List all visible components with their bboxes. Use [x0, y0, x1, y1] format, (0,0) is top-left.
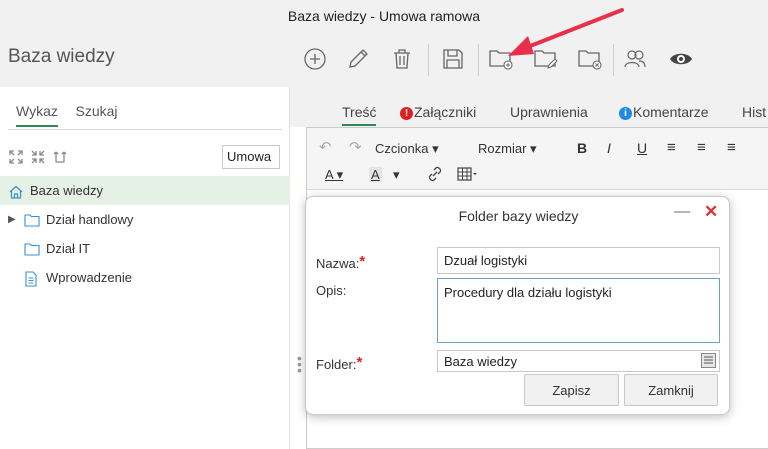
toolbar-separator: [478, 44, 479, 76]
save-button[interactable]: Zapisz: [524, 374, 619, 406]
tab-tresc[interactable]: Treść: [342, 104, 377, 126]
required-icon: *: [356, 354, 363, 371]
text-color-icon[interactable]: A ▾: [325, 167, 343, 183]
align-center-icon[interactable]: ≡: [697, 139, 706, 156]
editor-toolbar: ↶ ↷ Czcionka ▾ Rozmiar ▾ B I U ≡ ≡ ≡ A ▾…: [307, 128, 768, 190]
sidebar: Wykaz Szukaj Umowa Baza wiedzy ▶ Dział h…: [0, 87, 290, 449]
folder-picker-icon[interactable]: [701, 353, 716, 371]
sidebar-tabs: Wykaz Szukaj: [16, 103, 132, 129]
refresh-icon[interactable]: [52, 149, 68, 168]
description-field[interactable]: Procedury dla działu logistyki: [437, 278, 720, 343]
close-icon[interactable]: ✕: [704, 202, 718, 222]
content-tabs: Treść ! Załączniki Uprawnienia i Komentarz…: [290, 87, 768, 127]
name-label-text: Nazwa:: [316, 256, 360, 271]
folder-label-text: Folder:: [316, 357, 357, 372]
dialog-title: Folder bazy wiedzy: [458, 208, 579, 224]
tree-item-baza-wiedzy[interactable]: Baza wiedzy: [0, 176, 290, 205]
add-icon[interactable]: [302, 46, 328, 72]
expand-all-icon[interactable]: [8, 149, 24, 168]
align-right-icon[interactable]: ≡: [727, 139, 736, 156]
tab-label: Załączniki: [414, 104, 477, 120]
alert-icon: !: [400, 107, 413, 120]
folder-icon: [24, 242, 40, 256]
tab-szukaj[interactable]: Szukaj: [76, 103, 118, 125]
tree-filter-input[interactable]: Umowa: [222, 145, 280, 169]
tab-komentarze[interactable]: i Komentarze: [619, 104, 708, 120]
font-size-dropdown[interactable]: Rozmiar ▾: [478, 141, 537, 157]
folder-dialog: Folder bazy wiedzy — ✕ Nazwa:* Dzuał log…: [305, 196, 730, 415]
folder-label: Folder:*: [316, 354, 362, 372]
tab-label: Komentarze: [633, 104, 709, 120]
tree-item-label: Wprowadzenie: [46, 270, 132, 285]
font-family-dropdown[interactable]: Czcionka ▾: [375, 141, 439, 157]
toolbar-separator: [428, 44, 429, 76]
tree-item-dzial-handlowy[interactable]: ▶ Dział handlowy: [0, 205, 290, 234]
tab-historia[interactable]: Hist: [742, 104, 766, 120]
tree-item-label: Dział IT: [46, 241, 91, 256]
annotation-arrow: [508, 8, 624, 56]
folder-tree: Baza wiedzy ▶ Dział handlowy Dział IT Wp…: [0, 176, 290, 292]
minimize-icon[interactable]: —: [674, 203, 690, 221]
required-icon: *: [359, 253, 366, 270]
sidebar-title: Baza wiedzy: [8, 46, 115, 67]
collapse-all-icon[interactable]: [30, 149, 46, 168]
link-icon[interactable]: [427, 166, 443, 185]
folder-field[interactable]: Baza wiedzy: [437, 350, 720, 372]
home-icon: [8, 184, 23, 199]
desc-label: Opis:: [316, 283, 347, 298]
undo-icon[interactable]: ↶: [319, 138, 332, 156]
edit-icon[interactable]: [345, 46, 371, 72]
delete-icon[interactable]: [389, 46, 415, 72]
sidebar-header: Baza wiedzy: [0, 32, 290, 87]
tree-item-label: Baza wiedzy: [30, 183, 103, 198]
tab-uprawnienia[interactable]: Uprawnienia: [510, 104, 588, 120]
tree-tools: [8, 149, 68, 167]
bold-icon[interactable]: B: [577, 140, 587, 156]
table-icon[interactable]: [457, 166, 479, 185]
panel-splitter-handle[interactable]: • • •: [297, 351, 302, 377]
tree-item-dzial-it[interactable]: Dział IT: [0, 234, 290, 263]
highlight-color-icon[interactable]: A: [369, 167, 382, 182]
tree-item-wprowadzenie[interactable]: Wprowadzenie: [0, 263, 290, 292]
tab-wykaz[interactable]: Wykaz: [16, 103, 58, 127]
preview-icon[interactable]: [668, 46, 694, 72]
name-label: Nazwa:*: [316, 253, 365, 271]
tabs-divider: [8, 129, 282, 130]
align-left-icon[interactable]: ≡: [667, 139, 676, 156]
folder-field-value: Baza wiedzy: [444, 353, 517, 369]
folder-icon: [24, 213, 40, 227]
save-icon[interactable]: [440, 46, 466, 72]
font-family-label: Czcionka: [375, 141, 429, 156]
italic-icon[interactable]: I: [607, 140, 611, 156]
document-icon: [24, 270, 38, 287]
name-field[interactable]: Dzuał logistyki: [437, 247, 720, 274]
tab-zalaczniki[interactable]: ! Załączniki: [400, 104, 476, 120]
font-size-label: Rozmiar: [478, 141, 527, 156]
highlight-dropdown-icon[interactable]: ▾: [393, 167, 400, 183]
info-icon: i: [619, 107, 632, 120]
underline-icon[interactable]: U: [637, 140, 647, 156]
expand-arrow-icon[interactable]: ▶: [8, 214, 18, 225]
tree-item-label: Dział handlowy: [46, 212, 134, 227]
close-button[interactable]: Zamknij: [624, 374, 718, 406]
window-title: Baza wiedzy - Umowa ramowa: [0, 0, 768, 32]
redo-icon[interactable]: ↷: [349, 138, 362, 156]
